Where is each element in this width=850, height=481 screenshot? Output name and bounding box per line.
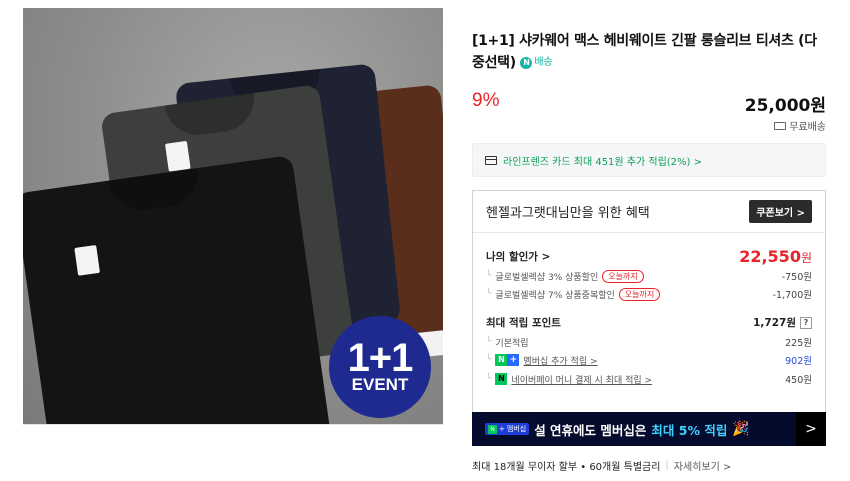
event-badge: 1+1 EVENT: [329, 316, 431, 418]
product-price: 25,000원: [744, 96, 826, 116]
membership-point-link[interactable]: 멤버십 추가 적립 >: [523, 354, 597, 367]
chevron-right-icon[interactable]: >: [796, 412, 826, 446]
benefit-box: 헨젤과그랫대님만을 위한 혜택 쿠폰보기 > 나의 할인가 > 22,550원 …: [472, 190, 826, 425]
membership-tag: N + 멤버십: [485, 423, 530, 435]
installment-text: 최대 18개월 무이자 할부 • 60개월 특별금리: [472, 462, 661, 473]
installment-info: 최대 18개월 무이자 할부 • 60개월 특별금리 | 자세히보기 >: [472, 458, 731, 473]
card-promo[interactable]: 라인프렌즈 카드 최대 451원 추가 적립(2%) >: [472, 143, 826, 177]
shipping-info: 무료배송: [774, 118, 826, 133]
image-divider: [23, 424, 443, 425]
point-amount: 225원: [785, 338, 812, 349]
n-plus-icon: N +: [495, 354, 520, 366]
banner-text: 설 연휴에도 멤버십은: [534, 422, 647, 438]
my-price-label: 나의 할인가 >: [486, 251, 551, 263]
points-label: 최대 적립 포인트: [486, 317, 561, 329]
discount-row: └ 글로벌셀렉샵 7% 상품중복할인 오늘까지 -1,700원: [486, 287, 812, 301]
discount-amount: -1,700원: [772, 290, 812, 301]
product-info: [1+1] 샤카웨어 맥스 헤비웨이트 긴팔 롱슬리브 티셔츠 (다중선택) N…: [472, 30, 826, 473]
discount-label: 글로벌셀렉샵 7% 상품중복할인: [495, 290, 615, 301]
black-shirt: [23, 154, 332, 424]
my-price-row[interactable]: 나의 할인가 > 22,550원: [486, 247, 812, 266]
price-row: 9% 25,000원: [472, 90, 826, 118]
truck-icon: [774, 121, 787, 130]
point-amount: 902원: [785, 356, 812, 367]
npay-icon: N: [495, 373, 508, 385]
shipping-text: 무료배송: [789, 122, 826, 133]
discount-rate: 9%: [472, 90, 500, 111]
n-delivery-icon: N: [520, 57, 533, 69]
today-pill: 오늘까지: [618, 287, 661, 301]
discount-row: └ 글로벌셀렉샵 3% 상품할인 오늘까지 -750원: [486, 269, 812, 283]
banner-content: N + 멤버십 설 연휴에도 멤버십은 최대 5% 적립 🎉: [472, 420, 796, 439]
benefit-header: 헨젤과그랫대님만을 위한 혜택 쿠폰보기 >: [473, 191, 825, 233]
discount-amount: -750원: [781, 272, 812, 283]
divider: |: [665, 460, 669, 471]
point-row[interactable]: └ N 네이버페이 머니 결제 시 최대 적립 > 450원: [486, 372, 812, 386]
benefit-title: 헨젤과그랫대님만을 위한 혜택: [486, 206, 650, 221]
delivery-badge-text: 배송: [534, 57, 553, 68]
product-title: [1+1] 샤카웨어 맥스 헤비웨이트 긴팔 롱슬리브 티셔츠 (다중선택) N…: [472, 30, 826, 74]
point-row[interactable]: └ N + 멤버십 추가 적립 > 902원: [486, 353, 812, 367]
coupon-button[interactable]: 쿠폰보기 >: [749, 200, 812, 223]
party-popper-icon: 🎉: [732, 421, 750, 437]
product-page: 1+1 EVENT [1+1] 샤카웨어 맥스 헤비웨이트 긴팔 롱슬리브 티셔…: [0, 0, 850, 481]
event-badge-big: 1+1: [347, 336, 414, 380]
installment-more-link[interactable]: 자세히보기 >: [674, 458, 732, 473]
discount-label: 글로벌셀렉샵 3% 상품할인: [495, 272, 599, 283]
points-row: 최대 적립 포인트 1,727원?: [486, 315, 812, 330]
product-image[interactable]: 1+1 EVENT: [23, 8, 443, 424]
credit-card-icon: [485, 155, 497, 165]
today-pill: 오늘까지: [602, 269, 644, 283]
my-price-value: 22,550원: [739, 247, 812, 266]
delivery-badge: N 배송: [520, 52, 553, 74]
card-promo-text: 라인프렌즈 카드 최대 451원 추가 적립(2%) >: [503, 156, 703, 168]
event-badge-small: EVENT: [351, 375, 409, 394]
help-icon[interactable]: ?: [800, 316, 812, 329]
point-amount: 450원: [785, 375, 812, 386]
point-row: └ 기본적립 225원: [486, 337, 812, 349]
npay-point-link[interactable]: 네이버페이 머니 결제 시 최대 적립 >: [511, 373, 652, 386]
banner-highlight: 최대 5% 적립: [651, 422, 728, 438]
membership-banner[interactable]: N + 멤버십 설 연휴에도 멤버십은 최대 5% 적립 🎉 >: [472, 412, 826, 446]
points-total: 1,727원: [753, 317, 796, 329]
point-label: 기본적립: [495, 338, 529, 349]
